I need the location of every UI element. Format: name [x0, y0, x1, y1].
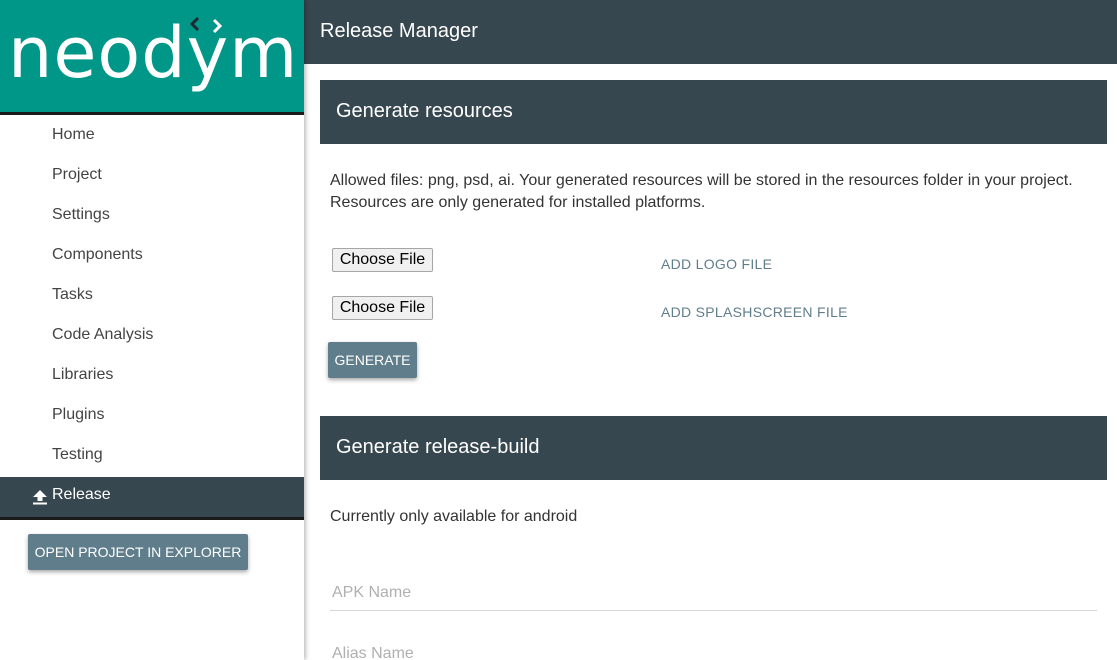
open-project-in-explorer-button[interactable]: OPEN PROJECT IN EXPLORER [28, 534, 248, 570]
apk-name-field [330, 575, 1097, 611]
sidebar-item-components[interactable]: Components [0, 237, 304, 277]
add-logo-file-label: ADD LOGO FILE [661, 256, 773, 272]
sidebar-item-project[interactable]: Project [0, 157, 304, 197]
logo-accent-icon [190, 16, 223, 34]
upload-icon [33, 490, 47, 505]
sidebar-item-label: Home [52, 126, 95, 143]
sidebar-item-label: Tasks [52, 286, 93, 303]
alias-name-input[interactable] [330, 636, 1097, 660]
generate-button[interactable]: GENERATE [328, 342, 417, 378]
apk-name-input[interactable] [330, 575, 1097, 611]
sidebar-item-label: Components [52, 246, 143, 263]
android-only-note: Currently only available for android [330, 508, 578, 525]
sidebar-item-label: Code Analysis [52, 326, 154, 343]
sidebar-item-plugins[interactable]: Plugins [0, 397, 304, 437]
resources-description-line2: Resources are only generated for install… [330, 194, 706, 211]
alias-name-field [330, 636, 1097, 660]
page-title: Release Manager [320, 20, 478, 42]
generate-resources-header: Generate resources [320, 80, 1107, 144]
sidebar-item-label: Testing [52, 446, 103, 463]
generate-resources-title: Generate resources [336, 100, 513, 122]
logo: neodym [0, 0, 304, 112]
generate-release-build-title: Generate release-build [336, 436, 540, 458]
sidebar-item-testing[interactable]: Testing [0, 437, 304, 477]
sidebar-item-settings[interactable]: Settings [0, 197, 304, 237]
sidebar-item-label: Settings [52, 206, 110, 223]
logo-file-choose-button[interactable]: Choose File [332, 248, 433, 272]
sidebar-item-label: Plugins [52, 406, 105, 423]
sidebar-item-label: Project [52, 166, 102, 183]
generate-release-build-header: Generate release-build [320, 416, 1107, 480]
sidebar-item-home[interactable]: Home [0, 117, 304, 157]
add-splashscreen-file-label: ADD SPLASHSCREEN FILE [661, 304, 848, 320]
sidebar-item-label: Libraries [52, 366, 114, 383]
splashscreen-file-choose-button[interactable]: Choose File [332, 296, 433, 320]
nav-divider [0, 517, 304, 520]
app-header: Release Manager [304, 0, 1117, 64]
sidebar-item-tasks[interactable]: Tasks [0, 277, 304, 317]
sidebar-item-release[interactable]: Release [0, 477, 304, 517]
main-content: Generate resources Allowed files: png, p… [304, 64, 1117, 660]
sidebar-item-label: Release [52, 486, 111, 503]
sidebar-item-libraries[interactable]: Libraries [0, 357, 304, 397]
sidebar-item-code-analysis[interactable]: Code Analysis [0, 317, 304, 357]
resources-description-line1: Allowed files: png, psd, ai. Your genera… [330, 172, 1073, 189]
sidebar: neodym Home Project Settings Components … [0, 0, 304, 660]
sidebar-nav: Home Project Settings Components Tasks C… [0, 115, 304, 517]
logo-text: neodym [8, 12, 299, 94]
